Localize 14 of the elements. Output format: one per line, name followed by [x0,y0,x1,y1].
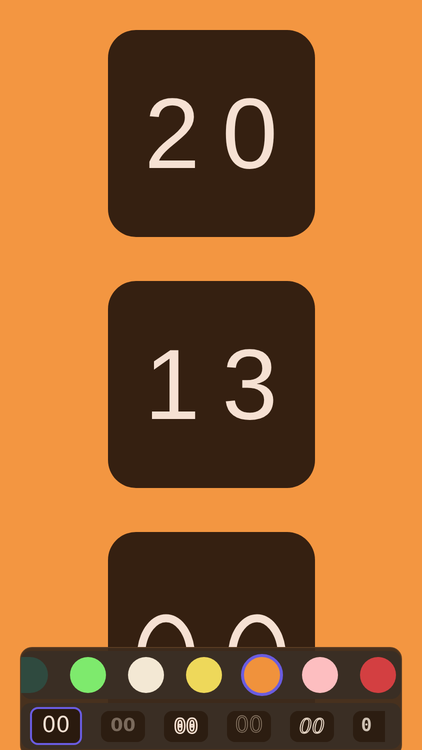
font-style-option[interactable]: 00 [30,707,82,745]
font-style-option[interactable]: 0 [353,710,385,742]
color-swatch[interactable] [70,657,106,693]
clock-digits: 20 [144,84,300,184]
color-swatch[interactable] [302,657,338,693]
clock-digits: 13 [144,334,300,434]
font-style-option[interactable]: 00 [164,710,208,742]
color-swatch[interactable] [241,654,283,696]
font-style-option[interactable]: 00 [227,710,271,742]
color-swatch[interactable] [186,657,222,693]
color-swatch[interactable] [128,657,164,693]
color-swatch[interactable] [360,657,396,693]
color-swatch[interactable] [21,657,48,693]
font-style-option[interactable]: 00 [290,710,334,742]
